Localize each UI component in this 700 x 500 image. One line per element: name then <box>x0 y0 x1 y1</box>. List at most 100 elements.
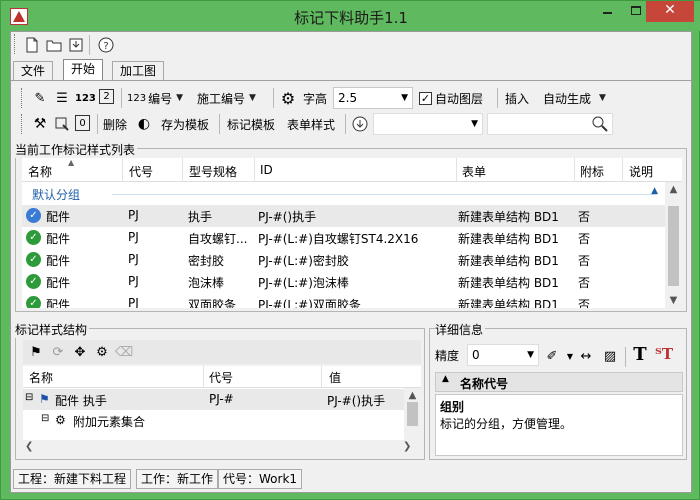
column-header-spec[interactable]: 型号规格 <box>189 163 237 180</box>
tree-toggle-icon[interactable]: ⊟ <box>25 392 33 403</box>
numbering-123-icon[interactable]: 123 <box>75 86 96 110</box>
ruler-icon[interactable]: ✐ <box>543 347 561 365</box>
column-header-form[interactable]: 表单 <box>462 163 486 180</box>
column-header-id[interactable]: ID <box>260 163 273 177</box>
zoom-select-icon[interactable] <box>53 115 71 133</box>
column-divider[interactable] <box>456 158 457 182</box>
scroll-down-icon[interactable]: ▼ <box>665 295 682 306</box>
property-section-header[interactable]: ▲ 名称代号 <box>435 372 683 392</box>
toggle-icon[interactable]: ◐ <box>135 115 153 133</box>
group-header[interactable]: 默认分组 ▲ <box>22 183 682 205</box>
scroll-left-icon[interactable]: ❮ <box>25 441 33 452</box>
scrollbar-thumb[interactable] <box>407 402 418 426</box>
cell-name: 配件 <box>46 298 71 308</box>
auto-generate-dropdown[interactable]: 自动生成 ▼ <box>543 86 606 110</box>
flag-icon[interactable]: ⚑ <box>27 343 45 361</box>
font-height-select[interactable]: 2.5 ▼ <box>333 87 413 109</box>
search-input[interactable] <box>487 113 613 135</box>
auto-layer-checkbox[interactable]: ✓ 自动图层 <box>419 86 483 110</box>
open-folder-icon[interactable] <box>45 36 63 54</box>
column-divider[interactable] <box>321 366 322 388</box>
eraser-icon[interactable]: ⌫ <box>115 343 133 361</box>
text-icon[interactable]: T <box>631 344 649 365</box>
column-header-value[interactable]: 值 <box>329 369 341 386</box>
scroll-up-icon[interactable]: ▲ <box>665 184 682 195</box>
column-header-code[interactable]: 代号 <box>129 163 153 180</box>
toolbar-grip[interactable] <box>21 88 24 108</box>
process-numbering-dropdown[interactable]: 施工编号 ▼ <box>197 86 256 110</box>
pick-tool-icon[interactable]: ⚒ <box>31 115 49 133</box>
toolbar-grip[interactable] <box>21 114 24 134</box>
ok-status-icon: ✓ <box>26 274 41 289</box>
save-template-button[interactable]: 存为模板 <box>161 112 209 136</box>
pencil-icon[interactable]: ✎ <box>31 89 49 107</box>
text-format-icon[interactable]: ᵀT <box>655 345 673 363</box>
table-row[interactable]: ✓ 配件 PJ 自攻螺钉... PJ-#(L:#)自攻螺钉ST4.2X16 新建… <box>22 227 682 249</box>
table-row[interactable]: ✓ 配件 PJ 泡沫棒 PJ-#(L:#)泡沫棒 新建表单结构 BD1 否 <box>22 271 682 293</box>
tree-toggle-icon[interactable]: ⊟ <box>41 413 49 424</box>
hatch-icon[interactable]: ▨ <box>601 347 619 365</box>
new-file-icon[interactable] <box>23 36 41 54</box>
cell-attach: 否 <box>578 298 591 308</box>
column-divider[interactable] <box>122 158 123 182</box>
zero-box-icon[interactable]: 0 <box>75 115 90 131</box>
save-icon[interactable] <box>67 36 85 54</box>
toolbar-grip[interactable] <box>14 34 17 54</box>
structure-title: 标记样式结构 <box>15 321 90 338</box>
numbering-dropdown[interactable]: 123 编号 ▼ <box>127 86 183 110</box>
tree-row[interactable]: ⊟ ⚑ 配件 执手 PJ-# PJ-#()执手 <box>23 389 421 410</box>
refresh-icon[interactable]: ⟳ <box>49 343 67 361</box>
column-divider[interactable] <box>182 158 183 182</box>
table-row[interactable]: ✓ 配件 PJ 执手 PJ-#()执手 新建表单结构 BD1 否 <box>22 205 682 227</box>
auto-layer-label: 自动图层 <box>435 91 484 106</box>
title-bar[interactable]: 标记下料助手1.1 ✕ <box>1 1 700 31</box>
horizontal-scrollbar[interactable]: ❮ ❯ <box>23 440 421 456</box>
tree-node-label: 附加元素集合 <box>73 415 146 429</box>
close-button[interactable]: ✕ <box>646 1 694 22</box>
column-header-code[interactable]: 代号 <box>209 369 233 386</box>
vertical-scrollbar[interactable]: ▲ ▼ <box>665 182 682 308</box>
column-header-note[interactable]: 说明 <box>629 163 653 180</box>
settings-icon[interactable]: ⚙ <box>93 343 111 361</box>
column-divider[interactable] <box>254 158 255 182</box>
column-divider[interactable] <box>574 158 575 182</box>
collapse-icon[interactable]: ▲ <box>651 186 658 196</box>
collapse-icon[interactable]: ▲ <box>442 374 449 384</box>
insert-button[interactable]: 插入 <box>505 86 529 110</box>
dimension-icon[interactable]: ↔ <box>577 347 595 365</box>
list-icon[interactable]: ☰ <box>53 89 71 107</box>
scroll-right-icon[interactable]: ❯ <box>403 441 411 452</box>
cell-attach: 否 <box>578 210 591 224</box>
mark-template-button[interactable]: 标记模板 <box>227 112 275 136</box>
target-icon[interactable]: ✥ <box>71 343 89 361</box>
cell-code: PJ <box>128 252 139 266</box>
vertical-scrollbar[interactable]: ▲ <box>404 388 421 440</box>
help-icon[interactable]: ? <box>97 36 115 54</box>
column-divider[interactable] <box>203 366 204 388</box>
chevron-down-icon: ▼ <box>249 93 256 103</box>
table-row[interactable]: ✓ 配件 PJ 密封胶 PJ-#(L:#)密封胶 新建表单结构 BD1 否 <box>22 249 682 271</box>
checkbox-box[interactable]: ✓ <box>419 91 432 105</box>
tab-start[interactable]: 开始 <box>63 59 104 81</box>
table-row[interactable]: ✓ 配件 PJ 双面胶条 PJ-#(L:#)双面胶条 新建表单结构 BD1 否 <box>22 293 682 308</box>
delete-button[interactable]: 删除 <box>103 112 127 136</box>
scrollbar-thumb[interactable] <box>668 206 679 286</box>
arrow-down-circle-icon[interactable] <box>351 115 369 133</box>
column-divider[interactable] <box>622 158 623 182</box>
tree-row[interactable]: ⊟ ⚙ 附加元素集合 <box>23 410 421 431</box>
gear-icon[interactable]: ⚙ <box>279 89 297 108</box>
column-header-name[interactable]: 名称 <box>29 369 53 386</box>
tab-processing-drawing[interactable]: 加工图 <box>112 61 165 80</box>
property-description: 组别 标记的分组，方便管理。 <box>435 394 683 456</box>
column-header-attach[interactable]: 附标 <box>580 163 604 180</box>
minimize-button[interactable] <box>594 1 620 22</box>
tab-file[interactable]: 文件 <box>13 61 54 80</box>
filter-select[interactable]: ▼ <box>373 113 483 135</box>
bracket-number-icon[interactable]: 2 <box>99 89 114 104</box>
form-style-button[interactable]: 表单样式 <box>287 112 335 136</box>
column-header-name[interactable]: 名称 <box>28 163 52 180</box>
cell-attach: 否 <box>578 276 591 290</box>
search-icon[interactable] <box>592 116 608 135</box>
scroll-up-icon[interactable]: ▲ <box>404 390 421 401</box>
precision-select[interactable]: 0 ▼ <box>467 344 539 366</box>
